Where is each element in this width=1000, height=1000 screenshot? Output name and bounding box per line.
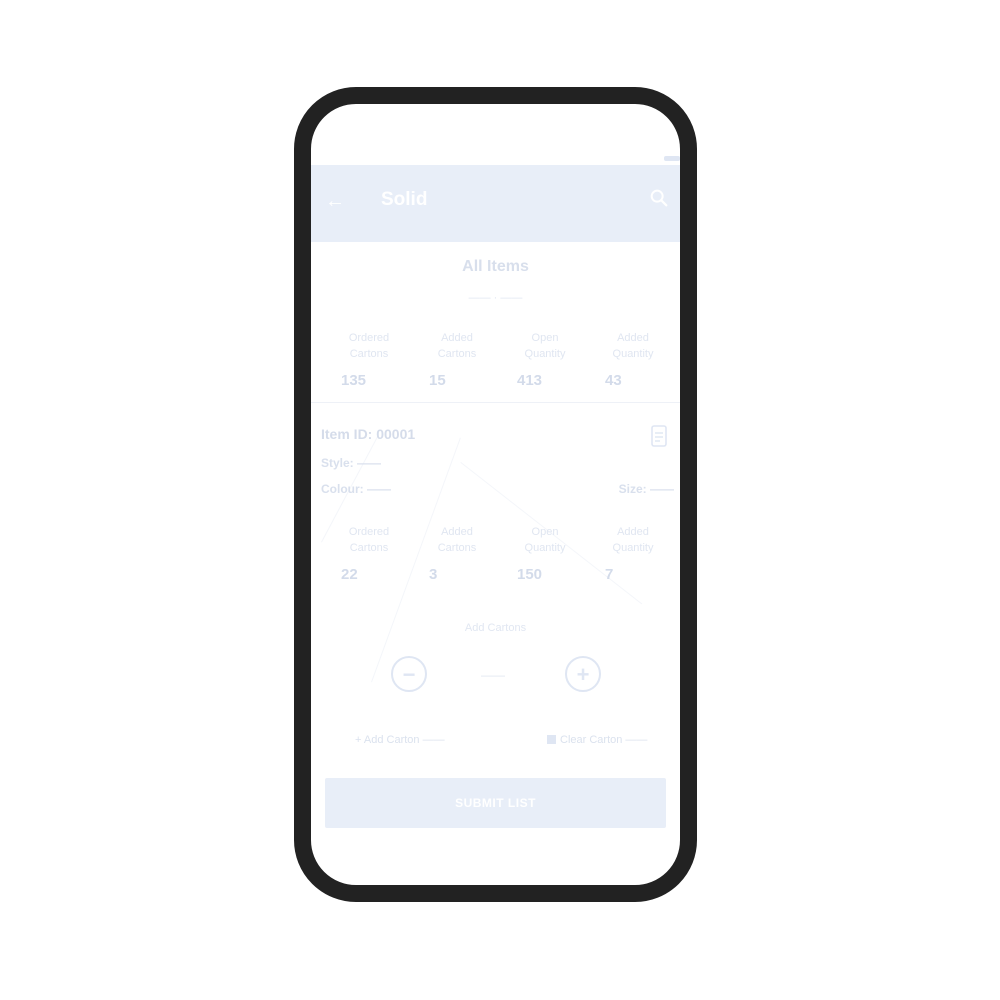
add-carton-link[interactable]: + Add Carton —— — [355, 734, 445, 746]
increment-button[interactable]: + — [565, 656, 601, 692]
decrement-button[interactable]: − — [391, 656, 427, 692]
page-title: Solid — [381, 189, 428, 210]
plus-icon: + — [576, 662, 590, 687]
stat-value: 7 — [605, 566, 614, 583]
stat-open-quantity: Open Quantity 413 — [501, 330, 589, 389]
app-bar: ← Solid — [311, 165, 680, 242]
stat-value: 22 — [341, 566, 358, 583]
stat-value: 150 — [517, 566, 543, 583]
phone-frame: ← Solid All Items —— · —— Ordered Carton… — [294, 87, 697, 902]
summary-stats: Ordered Cartons 135 Added Cartons 15 Ope… — [325, 330, 680, 389]
document-icon[interactable] — [650, 424, 668, 448]
clear-carton-label: Clear Carton —— — [560, 734, 648, 746]
stat-label: Added Cartons — [437, 332, 477, 360]
stat-value: 3 — [429, 566, 438, 583]
submit-list-button[interactable]: SUBMIT LIST — [325, 778, 666, 828]
stat-value: 43 — [605, 372, 622, 389]
battery-indicator — [664, 156, 680, 161]
item-stat-open-quantity: Open Quantity 150 — [501, 524, 589, 583]
stat-label: Open Quantity — [524, 526, 566, 554]
item-stat-added-quantity: Added Quantity 7 — [589, 524, 677, 583]
item-colour: Colour: —— — [321, 482, 391, 496]
stat-added-quantity: Added Quantity 43 — [589, 330, 677, 389]
arrow-left-icon[interactable]: ← — [325, 190, 345, 213]
clear-carton-link[interactable]: Clear Carton —— — [547, 734, 647, 746]
stat-label: Added Quantity — [612, 526, 654, 554]
stat-added-cartons: Added Cartons 15 — [413, 330, 501, 389]
stat-label: Open Quantity — [524, 332, 566, 360]
item-id: Item ID: 00001 — [321, 426, 416, 442]
stat-value: 413 — [517, 372, 543, 389]
stat-label: Ordered Cartons — [348, 332, 390, 360]
item-stats: Ordered Cartons 22 Added Cartons 3 Open … — [325, 524, 680, 583]
search-icon[interactable] — [648, 187, 670, 209]
app-screen: ← Solid All Items —— · —— Ordered Carton… — [311, 104, 680, 885]
section-divider — [311, 402, 680, 403]
quantity-label: Add Cartons — [464, 622, 527, 634]
item-stat-ordered-cartons: Ordered Cartons 22 — [325, 524, 413, 583]
stat-value: 15 — [429, 372, 446, 389]
quantity-value[interactable]: —— — [481, 668, 505, 682]
stat-ordered-cartons: Ordered Cartons 135 — [325, 330, 413, 389]
item-size: Size: —— — [618, 482, 674, 496]
trash-icon — [547, 735, 556, 744]
stat-label: Added Quantity — [612, 332, 654, 360]
item-stat-added-cartons: Added Cartons 3 — [413, 524, 501, 583]
main-content: All Items —— · —— Ordered Cartons 135 Ad… — [311, 242, 680, 885]
minus-icon: − — [402, 662, 416, 687]
item-style: Style: —— — [321, 456, 382, 470]
stat-label: Ordered Cartons — [348, 526, 390, 554]
stat-value: 135 — [341, 372, 367, 389]
summary-title: All Items — [462, 258, 529, 275]
summary-subtitle: —— · —— — [468, 292, 523, 304]
stat-label: Added Cartons — [437, 526, 477, 554]
